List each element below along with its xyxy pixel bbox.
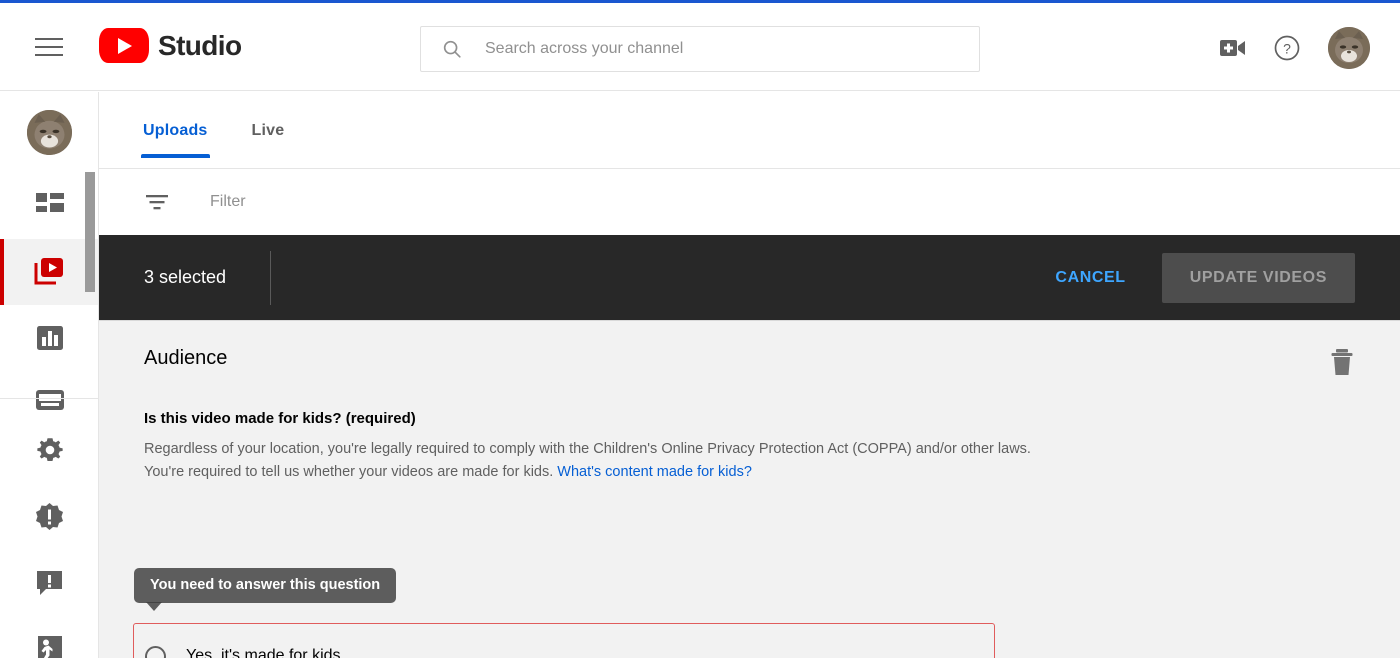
hamburger-bar — [35, 38, 63, 40]
gear-icon — [36, 438, 63, 461]
sidebar-item-copyright[interactable] — [0, 483, 98, 549]
tab-uploads[interactable]: Uploads — [141, 122, 210, 158]
rail-divider — [0, 398, 98, 399]
channel-avatar[interactable] — [27, 110, 72, 155]
left-navigation-rail — [0, 92, 99, 658]
content-tabs: Uploads Live — [99, 92, 1400, 169]
cancel-button[interactable]: CANCEL — [1047, 259, 1133, 297]
sidebar-item-exit-studio[interactable] — [0, 615, 98, 658]
exit-running-person-icon — [38, 635, 62, 658]
audience-panel: Audience Is this video made for kids? (r… — [99, 320, 1400, 658]
channel-avatar[interactable] — [1328, 27, 1370, 69]
radio-circle-icon — [145, 645, 166, 658]
search-input[interactable] — [483, 39, 927, 59]
bar-chart-icon — [36, 326, 63, 350]
search-icon — [443, 40, 461, 58]
sidebar-item-settings[interactable] — [0, 417, 98, 483]
subtitles-icon — [35, 390, 64, 410]
selected-count-label: 3 selected — [144, 267, 227, 287]
search-bar[interactable] — [420, 26, 980, 72]
dashboard-grid-icon — [35, 193, 64, 212]
selection-bar-actions: CANCEL UPDATE VIDEOS — [1047, 252, 1355, 303]
exclamation-badge-icon — [36, 502, 63, 530]
hamburger-bar — [35, 46, 63, 48]
update-videos-button[interactable]: UPDATE VIDEOS — [1161, 252, 1355, 303]
masthead: Studio ? — [0, 3, 1400, 91]
filter-row: Filter — [99, 169, 1400, 235]
speech-bubble-exclamation-icon — [37, 570, 62, 595]
radio-option-yes-label: Yes, it's made for kids — [186, 647, 341, 658]
youtube-logo-icon — [99, 28, 149, 63]
validation-tooltip: You need to answer this question — [134, 568, 397, 611]
selection-action-bar: 3 selected CANCEL UPDATE VIDEOS — [99, 235, 1400, 320]
hamburger-menu-icon[interactable] — [35, 36, 63, 58]
create-video-icon[interactable] — [1220, 35, 1246, 61]
filter-input[interactable]: Filter — [210, 193, 246, 211]
audience-description: Regardless of your location, you're lega… — [144, 438, 1054, 484]
rail-scrollbar-thumb[interactable] — [85, 172, 95, 292]
content-area: Uploads Live Filter 3 selected CANCEL UP… — [99, 92, 1400, 658]
selection-bar-divider — [270, 250, 272, 305]
audience-radio-group: Yes, it's made for kids No, it's not mad… — [133, 623, 995, 658]
studio-logo-text: Studio — [158, 29, 242, 61]
audience-question-label: Is this video made for kids? (required) — [144, 410, 416, 427]
sidebar-item-analytics[interactable] — [0, 305, 98, 371]
filter-icon[interactable] — [144, 189, 170, 215]
page-title: Audience — [144, 347, 228, 369]
video-stack-icon — [34, 258, 63, 285]
sidebar-item-feedback[interactable] — [0, 549, 98, 615]
radio-option-yes[interactable]: Yes, it's made for kids — [134, 636, 994, 658]
svg-text:?: ? — [1283, 41, 1291, 57]
help-question-icon[interactable]: ? — [1274, 35, 1300, 61]
masthead-actions: ? — [1220, 27, 1370, 69]
hamburger-bar — [35, 54, 63, 56]
trash-icon[interactable] — [1328, 347, 1356, 377]
studio-logo[interactable]: Studio — [99, 28, 242, 63]
content-made-for-kids-link[interactable]: What's content made for kids? — [557, 464, 752, 480]
tab-live[interactable]: Live — [252, 122, 285, 158]
